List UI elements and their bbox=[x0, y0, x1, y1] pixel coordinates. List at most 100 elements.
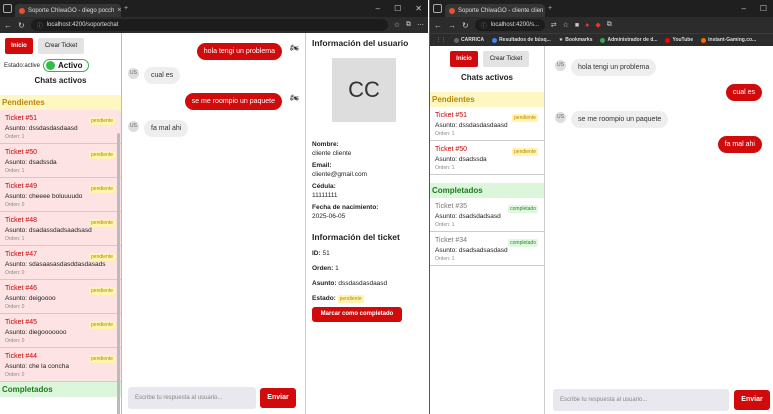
reply-input[interactable]: Escribe tu respuesta al usuario... bbox=[128, 387, 256, 409]
message-bubble: fa mal ahi bbox=[717, 136, 762, 153]
translate-icon[interactable]: ⇄ bbox=[551, 21, 557, 29]
forward-icon[interactable]: → bbox=[448, 21, 456, 30]
back-icon[interactable]: ← bbox=[434, 21, 442, 30]
reload-icon[interactable]: ↻ bbox=[462, 21, 469, 30]
window-controls: – ☐ ✕ bbox=[376, 4, 428, 13]
pendientes-heading: Pendientes bbox=[430, 92, 544, 107]
ticket-item[interactable]: Ticket #47 Asunto: sdasaasasdasddasdasads… bbox=[0, 246, 121, 280]
ticket-asunto: Asunto: che la concha bbox=[5, 363, 69, 370]
bookmark-item[interactable]: CARRICA bbox=[454, 37, 484, 43]
send-button[interactable]: Enviar bbox=[734, 390, 770, 410]
bookmark-item[interactable]: Resultados de búsq... bbox=[492, 37, 551, 43]
chats-activos-heading: Chats activos bbox=[34, 76, 87, 85]
estado-toggle[interactable]: Activo bbox=[43, 59, 90, 72]
browser-tab[interactable]: Soporte ChiwaGO - cliente clien × bbox=[445, 4, 545, 17]
app-area: Inicio Crear Ticket Estado:active Activo… bbox=[0, 33, 428, 414]
maximize-icon[interactable]: ☐ bbox=[394, 4, 401, 13]
ticket-info-title: Información del ticket bbox=[312, 232, 400, 242]
maximize-icon[interactable]: ☐ bbox=[760, 4, 767, 13]
ticket-orden: Orden: 1 bbox=[5, 168, 25, 174]
status-badge: pendiente bbox=[89, 355, 115, 363]
message-bubble: fa mal ahi bbox=[144, 120, 189, 137]
minimize-icon[interactable]: – bbox=[376, 4, 380, 13]
ticket-orden-row: Orden: 1 bbox=[312, 265, 339, 272]
ticket-asunto: Asunto: dsadsdadsasd bbox=[435, 213, 501, 220]
scrollbar[interactable] bbox=[117, 133, 120, 414]
ticket-item[interactable]: Ticket #50 Asunto: dsadssda Orden: 1 pendie… bbox=[0, 144, 121, 178]
ticket-item[interactable]: Ticket #44 Asunto: che la concha Orden: 0p… bbox=[0, 348, 121, 382]
ticket-item[interactable]: Ticket #45 Asunto: diegooooooo Orden: 0 pen… bbox=[0, 314, 121, 348]
close-tab-icon[interactable]: × bbox=[117, 7, 121, 14]
reply-input[interactable]: Escribe tu respuesta al usuario... bbox=[553, 389, 729, 411]
star-icon[interactable]: ☆ bbox=[563, 21, 569, 29]
fecha-label: Fecha de nacimiento: bbox=[312, 204, 379, 211]
extension-icon[interactable]: ■ bbox=[575, 22, 579, 29]
mark-complete-button[interactable]: Marcar como completado bbox=[312, 307, 402, 322]
bookmark-item[interactable]: YouTube bbox=[665, 37, 693, 43]
ticket-asunto: Asunto: cheeee boluuuudo bbox=[5, 193, 83, 200]
message-bubble: hola tengi un problema bbox=[196, 43, 282, 60]
close-window-icon[interactable]: ✕ bbox=[415, 4, 422, 13]
bookmarks-bar: ⋮⋮ CARRICA Resultados de búsq... ★ Bookm… bbox=[430, 33, 773, 46]
browser-tab[interactable]: Soporte ChiwaGO - diego pocch × bbox=[15, 4, 121, 17]
ticket-item[interactable]: Ticket #50 Asunto: dsadssda Orden: 1 pendie… bbox=[430, 141, 544, 175]
send-button[interactable]: Enviar bbox=[260, 388, 296, 408]
extension-icon[interactable]: ◆ bbox=[595, 21, 600, 29]
ticket-item[interactable]: Ticket #34 Asunto: dsadsadsasdasd Orden: 1… bbox=[430, 232, 544, 266]
bookmark-item[interactable]: instant-Gaming.co... bbox=[701, 37, 756, 43]
ticket-asunto: Asunto: sdasaasasdasddasdasads bbox=[5, 261, 106, 268]
bookmark-item[interactable]: Administrador de d... bbox=[600, 37, 657, 43]
tab-strip: Soporte ChiwaGO - cliente clien × + – ☐ bbox=[430, 0, 773, 17]
tab-menu-icon[interactable] bbox=[433, 4, 442, 13]
ticket-asunto-row: Asunto: dssdasdasdaasd bbox=[312, 280, 388, 287]
reload-icon[interactable]: ↻ bbox=[18, 21, 25, 30]
chat-panel: US hola tengi un problema cual es US se … bbox=[545, 46, 773, 414]
ticket-item[interactable]: Ticket #51 Asunto: dssdasdasdaasd Orden: 1… bbox=[430, 107, 544, 141]
crear-ticket-button[interactable]: Crear Ticket bbox=[483, 51, 529, 67]
ticket-asunto: Asunto: dsadssda bbox=[5, 159, 57, 166]
minimize-icon[interactable]: – bbox=[741, 4, 745, 13]
ticket-estado-row: Estado: pendiente bbox=[312, 295, 364, 303]
sidebar: Inicio Crear Ticket Chats activos Pendie… bbox=[430, 46, 545, 414]
ticket-orden: Orden: 1 bbox=[435, 222, 455, 228]
ticket-orden: Orden: 1 bbox=[5, 134, 25, 140]
address-bar-row: ← ↻ ⓘ localhost:4200/soportechat ☆ ⧉ ⋯ bbox=[0, 17, 428, 33]
star-icon[interactable]: ☆ bbox=[394, 21, 400, 29]
email-value: cliente@gmail.com bbox=[312, 171, 368, 178]
url-field[interactable]: ⓘ localhost:4200/soportechat bbox=[30, 19, 388, 31]
ticket-item[interactable]: Ticket #49 Asunto: cheeee boluuuudo Orden:… bbox=[0, 178, 121, 212]
site-info-icon[interactable]: ⓘ bbox=[37, 21, 43, 30]
window-controls: – ☐ bbox=[741, 4, 773, 13]
apps-icon[interactable]: ⋮⋮ bbox=[436, 37, 446, 43]
menu-icon[interactable]: ⋯ bbox=[417, 21, 424, 29]
url-field[interactable]: ⓘ localhost:4200/s... bbox=[474, 19, 545, 31]
inicio-button[interactable]: Inicio bbox=[5, 38, 33, 54]
back-icon[interactable]: ← bbox=[4, 21, 12, 30]
extensions-icon[interactable]: ⧉ bbox=[406, 21, 411, 29]
extensions-icon[interactable]: ⧉ bbox=[607, 21, 612, 29]
status-badge: pendiente bbox=[89, 253, 115, 261]
ticket-item[interactable]: Ticket #48 Asunto: dsadassdadsaadsasd Orde… bbox=[0, 212, 121, 246]
site-info-icon[interactable]: ⓘ bbox=[481, 21, 487, 30]
url-text: localhost:4200/soportechat bbox=[46, 22, 119, 28]
status-badge: pendiente bbox=[337, 295, 364, 303]
chat-panel: hola tengi un problema 🏍 US cual es se m… bbox=[122, 33, 305, 414]
estado-toggle-label: Activo bbox=[58, 61, 83, 70]
crear-ticket-button[interactable]: Crear Ticket bbox=[38, 38, 84, 54]
new-tab-icon[interactable]: + bbox=[548, 5, 552, 12]
ticket-asunto: Asunto: dssdasdasdaasd bbox=[5, 125, 78, 132]
message-bubble: se me roompio un paquete bbox=[184, 93, 282, 110]
ticket-item[interactable]: Ticket #35 Asunto: dsadsdadsasd Orden: 1 co… bbox=[430, 198, 544, 232]
status-badge: pendiente bbox=[89, 321, 115, 329]
ticket-item[interactable]: Ticket #51 Asunto: dssdasdasdaasd Orden: 1… bbox=[0, 110, 121, 144]
bookmark-item[interactable]: ★ Bookmarks bbox=[559, 37, 593, 43]
ticket-item[interactable]: Ticket #46 Asunto: deigoooo Orden: 0 pendie… bbox=[0, 280, 121, 314]
ticket-orden: Orden: 1 bbox=[5, 236, 25, 242]
new-tab-icon[interactable]: + bbox=[124, 5, 128, 12]
nombre-label: Nombre: bbox=[312, 141, 339, 148]
inicio-button[interactable]: Inicio bbox=[450, 51, 478, 67]
browser-window-client: Soporte ChiwaGO - cliente clien × + – ☐ … bbox=[429, 0, 773, 414]
extension-icon[interactable]: ● bbox=[585, 22, 589, 29]
tab-menu-icon[interactable] bbox=[3, 4, 12, 13]
estado-label: Estado:active bbox=[4, 62, 41, 69]
